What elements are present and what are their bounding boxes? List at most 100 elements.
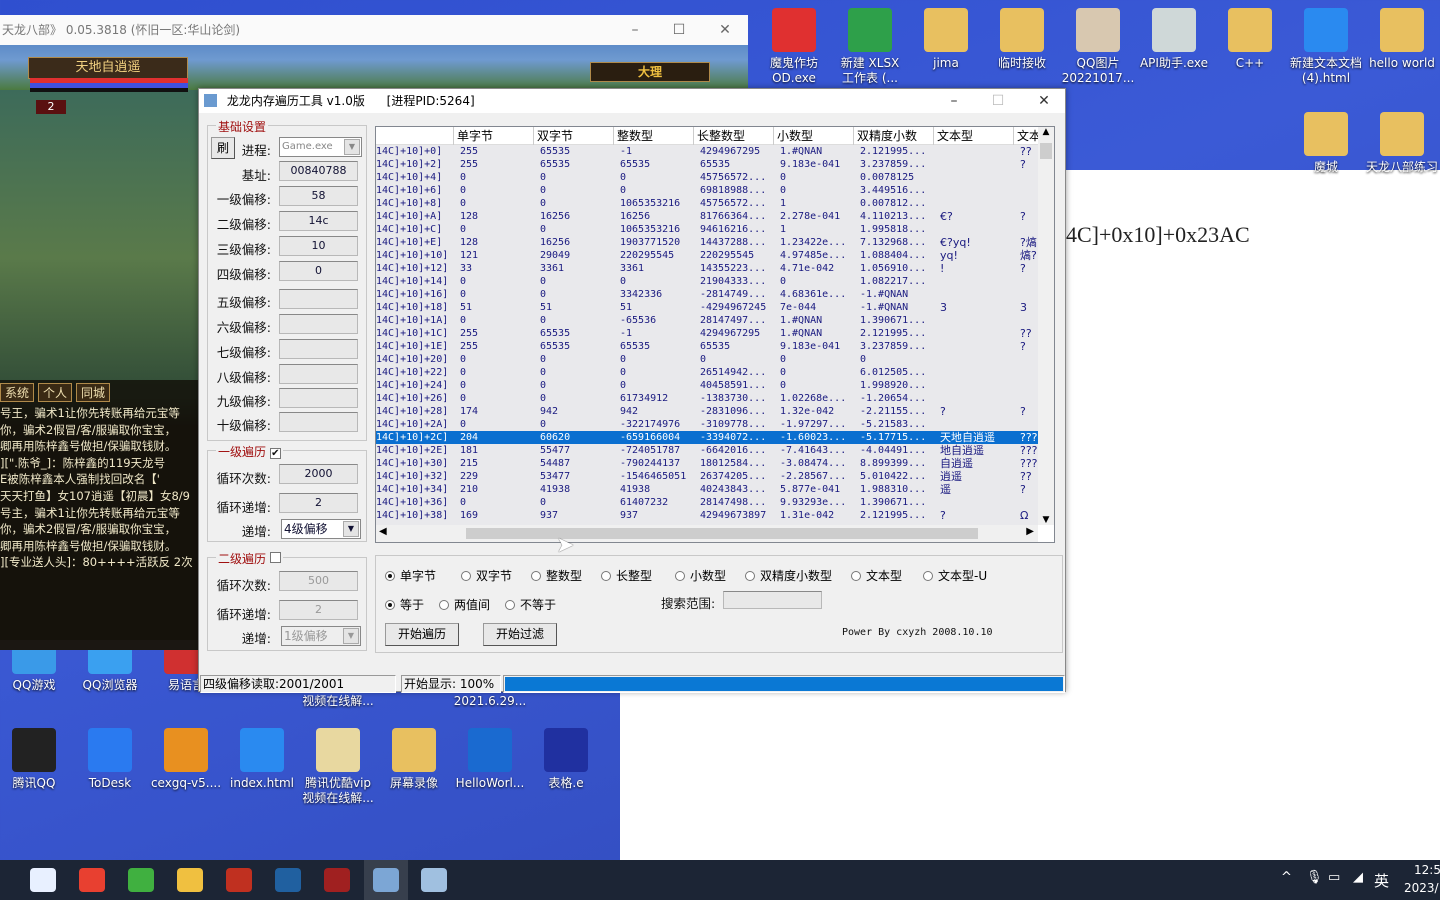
- table-row[interactable]: 14C]+10]+2C] 204 60620 -659166004 -3394072..…: [376, 431, 1038, 444]
- desktop-icon[interactable]: 腾讯优酷vip 视频在线解...: [300, 728, 376, 806]
- compare-radio-1[interactable]: 两值间: [439, 596, 490, 613]
- minimize-icon[interactable]: –: [931, 89, 977, 113]
- offset-3-input[interactable]: 10: [279, 236, 358, 256]
- refresh-button[interactable]: 刷: [211, 137, 235, 159]
- table-row[interactable]: 14C]+10]+A] 128 16256 16256 81766364... 2.278…: [376, 210, 1038, 223]
- desktop-icon[interactable]: jima: [908, 8, 984, 71]
- column-header[interactable]: 单字节: [454, 127, 534, 145]
- taskbar-app-notepad-icon[interactable]: [421, 868, 447, 892]
- scroll-down-icon[interactable]: ▼: [1038, 515, 1054, 525]
- column-header[interactable]: 长整数型: [694, 127, 774, 145]
- desktop-icon[interactable]: 表格.e: [528, 728, 604, 791]
- tray-expand-icon[interactable]: ^: [1281, 870, 1292, 885]
- table-row[interactable]: 14C]+10]+10] 121 29049 220295545 220295545 4.…: [376, 249, 1038, 262]
- desktop-icon[interactable]: HelloWorl...: [452, 728, 528, 791]
- offset-10-input[interactable]: [279, 412, 358, 432]
- desktop-icon[interactable]: 临时接收: [984, 8, 1060, 71]
- table-row[interactable]: 14C]+10]+30] 215 54487 -790244137 18012584..…: [376, 457, 1038, 470]
- taskbar-app-green-icon[interactable]: [128, 868, 154, 892]
- table-row[interactable]: 14C]+10]+E] 128 16256 1903771520 14437288...…: [376, 236, 1038, 249]
- taskbar-app-dark-icon[interactable]: [275, 868, 301, 892]
- offset-4-input[interactable]: 0: [279, 261, 358, 281]
- table-row[interactable]: 14C]+10]+18] 51 51 51 -4294967245 7e-044 -1.#Q…: [376, 301, 1038, 314]
- desktop-icon[interactable]: cexgq-v5....: [148, 728, 224, 791]
- type-radio-6[interactable]: 文本型: [851, 567, 902, 584]
- vertical-scrollbar[interactable]: ▲ ▼: [1038, 127, 1054, 525]
- desktop-icon[interactable]: 天龙八部练习: [1364, 112, 1440, 175]
- taskbar-start-icon[interactable]: [30, 868, 56, 892]
- base-address-input[interactable]: 00840788: [279, 161, 358, 181]
- compare-radio-2[interactable]: 不等于: [505, 596, 556, 613]
- start-traverse-button[interactable]: 开始遍历: [385, 623, 459, 646]
- table-row[interactable]: 14C]+10]+16] 0 0 3342336 -2814749... 4.68361e…: [376, 288, 1038, 301]
- desktop-icon[interactable]: 魔城: [1288, 112, 1364, 175]
- clock-time[interactable]: 12:5: [1414, 863, 1440, 877]
- desktop-icon[interactable]: 新建文本文档 (4).html: [1288, 8, 1364, 86]
- taskbar-chrome-icon[interactable]: [79, 868, 105, 892]
- maximize-icon[interactable]: ☐: [975, 89, 1021, 113]
- process-select[interactable]: Game.exe ▼: [279, 137, 362, 157]
- desktop-icon[interactable]: hello world: [1364, 8, 1440, 71]
- minimize-icon[interactable]: –: [612, 15, 658, 45]
- table-row[interactable]: 14C]+10]+4] 0 0 0 45756572... 0 0.0078125: [376, 171, 1038, 184]
- horizontal-scrollbar[interactable]: ◀ ▶: [376, 525, 1038, 542]
- microphone-icon[interactable]: 🎙: [1306, 870, 1323, 885]
- desktop-icon[interactable]: API助手.exe: [1136, 8, 1212, 71]
- offset-5-input[interactable]: [279, 289, 358, 309]
- ime-indicator[interactable]: 英: [1374, 870, 1389, 891]
- table-row[interactable]: 14C]+10]+26] 0 0 61734912 -1383730... 1.02268…: [376, 392, 1038, 405]
- close-icon[interactable]: ✕: [702, 15, 748, 45]
- offset-8-input[interactable]: [279, 364, 358, 384]
- desktop-icon[interactable]: 新建 XLSX 工作表 (...: [832, 8, 908, 86]
- table-row[interactable]: 14C]+10]+1A] 0 0 -65536 28147497... 1.#QNAN 1.…: [376, 314, 1038, 327]
- table-row[interactable]: 14C]+10]+32] 229 53477 -1546465051 26374205.…: [376, 470, 1038, 483]
- table-row[interactable]: 14C]+10]+2A] 0 0 -322174976 -3109778... -1.97…: [376, 418, 1038, 431]
- taskbar-app-red-icon[interactable]: [324, 868, 350, 892]
- type-radio-2[interactable]: 整数型: [531, 567, 582, 584]
- desktop-icon[interactable]: 魔鬼作坊 OD.exe: [756, 8, 832, 86]
- table-row[interactable]: 14C]+10]+2E] 181 55477 -724051787 -6642016..…: [376, 444, 1038, 457]
- scroll-right-icon[interactable]: ▶: [1026, 526, 1034, 537]
- scroll-left-icon[interactable]: ◀: [379, 526, 387, 537]
- battery-icon[interactable]: ▭: [1328, 870, 1340, 885]
- title-bar[interactable]: 龙龙内存遍历工具 v1.0版 [进程PID:5264] – ☐ ✕: [199, 89, 1065, 113]
- type-radio-3[interactable]: 长整型: [601, 567, 652, 584]
- loop2-checkbox[interactable]: [269, 552, 281, 563]
- range-input[interactable]: [723, 591, 822, 609]
- table-row[interactable]: 14C]+10]+14] 0 0 0 21904333... 0 1.082217...: [376, 275, 1038, 288]
- desktop-icon[interactable]: QQ图片 20221017...: [1060, 8, 1136, 86]
- chat-tab-personal[interactable]: 个人: [38, 383, 73, 402]
- desktop-icon[interactable]: 屏幕录像: [376, 728, 452, 791]
- type-radio-4[interactable]: 小数型: [675, 567, 726, 584]
- table-row[interactable]: 14C]+10]+1C] 255 65535 -1 4294967295 1.#QNAN 2…: [376, 327, 1038, 340]
- clock-date[interactable]: 2023/: [1404, 881, 1439, 895]
- loop2-count-input[interactable]: 500: [279, 571, 358, 591]
- results-table[interactable]: 单字节 双字节 整数型 长整数型 小数型 双精度小数 文本型 文本 14C]+10]+0] 25…: [375, 126, 1055, 543]
- table-row[interactable]: 14C]+10]+22] 0 0 0 26514942... 0 6.012505...: [376, 366, 1038, 379]
- column-header[interactable]: 双字节: [534, 127, 614, 145]
- close-icon[interactable]: ✕: [1021, 89, 1067, 113]
- loop1-step-input[interactable]: 2: [279, 493, 358, 513]
- table-row[interactable]: 14C]+10]+2] 255 65535 65535 65535 9.183e-041 3…: [376, 158, 1038, 171]
- table-body[interactable]: 14C]+10]+0] 255 65535 -1 4294967295 1.#QNAN 2.…: [376, 145, 1038, 525]
- type-radio-5[interactable]: 双精度小数型: [745, 567, 832, 584]
- type-radio-1[interactable]: 双字节: [461, 567, 512, 584]
- scroll-up-icon[interactable]: ▲: [1038, 127, 1054, 141]
- table-row[interactable]: 14C]+10]+36] 0 0 61407232 28147498... 9.93293…: [376, 496, 1038, 509]
- column-header[interactable]: 小数型: [774, 127, 854, 145]
- table-row[interactable]: 14C]+10]+8] 0 0 1065353216 45756572... 1 0.007…: [376, 197, 1038, 210]
- table-row[interactable]: 14C]+10]+38] 169 937 937 42949673897 1.31e-04…: [376, 509, 1038, 522]
- table-row[interactable]: 14C]+10]+24] 0 0 0 40458591... 0 1.998920...: [376, 379, 1038, 392]
- loop2-step-input[interactable]: 2: [279, 600, 358, 620]
- start-filter-button[interactable]: 开始过滤: [483, 623, 557, 646]
- wifi-icon[interactable]: ◢: [1353, 870, 1363, 885]
- table-row[interactable]: 14C]+10]+C] 0 0 1065353216 94616216... 1 1.995…: [376, 223, 1038, 236]
- chat-tab-city[interactable]: 同城: [76, 383, 111, 402]
- offset-9-input[interactable]: [279, 388, 358, 408]
- offset-6-input[interactable]: [279, 314, 358, 334]
- type-radio-7[interactable]: 文本型-U: [923, 567, 987, 584]
- taskbar-file-explorer-icon[interactable]: [177, 868, 203, 892]
- table-row[interactable]: 14C]+10]+28] 174 942 942 -2831096... 1.32e-04…: [376, 405, 1038, 418]
- column-header[interactable]: [376, 127, 454, 145]
- column-header[interactable]: 文本型: [934, 127, 1014, 145]
